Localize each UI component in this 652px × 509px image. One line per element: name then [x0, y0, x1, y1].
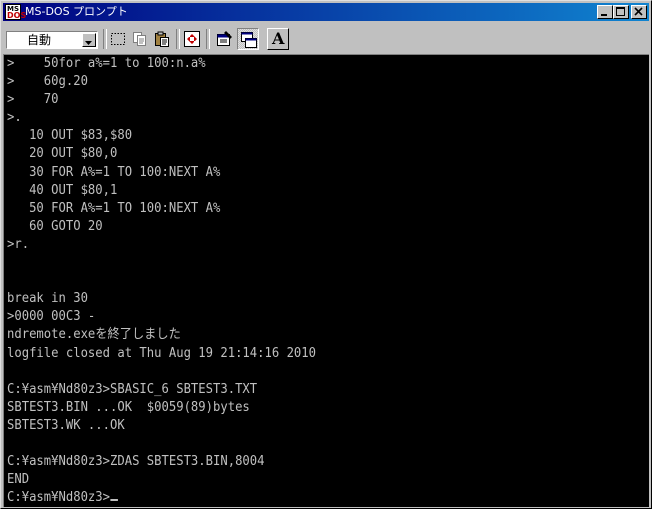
close-icon [634, 7, 643, 16]
font-button[interactable]: A [267, 28, 289, 50]
console-line: 60 GOTO 20 [7, 218, 103, 234]
console-output[interactable]: > 50for a%=1 to 100:n.a% > 60g.20 > 70 >. 1… [3, 54, 649, 507]
console-line: SBTEST3.BIN ...OK $0059(89)bytes [7, 399, 250, 415]
console-line: C:¥asm¥Nd80z3> [7, 489, 316, 507]
msdos-prompt-window: MS DOS MS-DOS プロンプト 自動 A > 50for a%=1 to… [0, 0, 652, 509]
chevron-down-icon [85, 41, 92, 45]
properties-button[interactable] [214, 28, 236, 50]
paste-button[interactable] [151, 28, 173, 50]
console-line: 40 OUT $80,1 [7, 182, 118, 198]
console-line: logfile closed at Thu Aug 19 21:14:16 20… [7, 345, 317, 361]
console-lines: > 50for a%=1 to 100:n.a% > 60g.20 > 70 >. 1… [7, 55, 336, 507]
fullscreen-icon [184, 31, 200, 47]
console-line: 50 FOR A%=1 TO 100:NEXT A% [7, 200, 221, 216]
mark-icon [111, 33, 125, 45]
font-size-value: 自動 [27, 33, 52, 47]
properties-icon [217, 31, 232, 46]
console-line: break in 30 [7, 291, 88, 307]
console-line: 30 FOR A%=1 TO 100:NEXT A% [7, 164, 221, 180]
copy-icon [133, 32, 146, 46]
console-line: >r. [7, 236, 30, 252]
copy-button[interactable] [129, 28, 151, 50]
background-icon [241, 32, 257, 48]
toolbar: 自動 A [3, 23, 649, 53]
console-line: SBTEST3.WK ...OK [7, 417, 125, 433]
console-line: 10 OUT $83,$80 [7, 128, 133, 144]
console-line: > 70 [7, 92, 59, 108]
background-button[interactable] [237, 28, 259, 50]
font-size-select[interactable]: 自動 [6, 31, 98, 49]
close-button[interactable] [631, 5, 647, 19]
dropdown-button[interactable] [82, 33, 96, 47]
toolbar-separator [206, 29, 210, 49]
text-cursor [110, 499, 118, 502]
console-line: > 50for a%=1 to 100:n.a% [7, 56, 206, 71]
msdos-app-icon[interactable]: MS DOS [5, 4, 26, 20]
toolbar-separator [176, 29, 180, 49]
minimize-icon [601, 14, 607, 16]
paste-icon [155, 31, 169, 47]
title-bar[interactable]: MS DOS MS-DOS プロンプト [3, 3, 649, 21]
console-line: 20 OUT $80,0 [7, 146, 118, 162]
console-line: >0000 00C3 - [7, 309, 96, 325]
minimize-button[interactable] [597, 5, 613, 19]
font-icon: A [272, 29, 285, 48]
console-line: ndremote.exeを終了しました [7, 327, 181, 343]
console-line: END [7, 472, 30, 488]
console-line: C:¥asm¥Nd80z3>ZDAS SBTEST3.BIN,8004 [7, 454, 265, 470]
window-title: MS-DOS プロンプト [25, 5, 128, 18]
maximize-icon [616, 7, 625, 16]
fullscreen-button[interactable] [181, 28, 203, 50]
maximize-button[interactable] [613, 5, 629, 19]
console-line: > 60g.20 [7, 74, 88, 90]
console-line: C:¥asm¥Nd80z3>SBASIC_6 SBTEST3.TXT [7, 381, 258, 397]
mark-button[interactable] [107, 28, 129, 50]
console-line: >. [7, 110, 22, 126]
